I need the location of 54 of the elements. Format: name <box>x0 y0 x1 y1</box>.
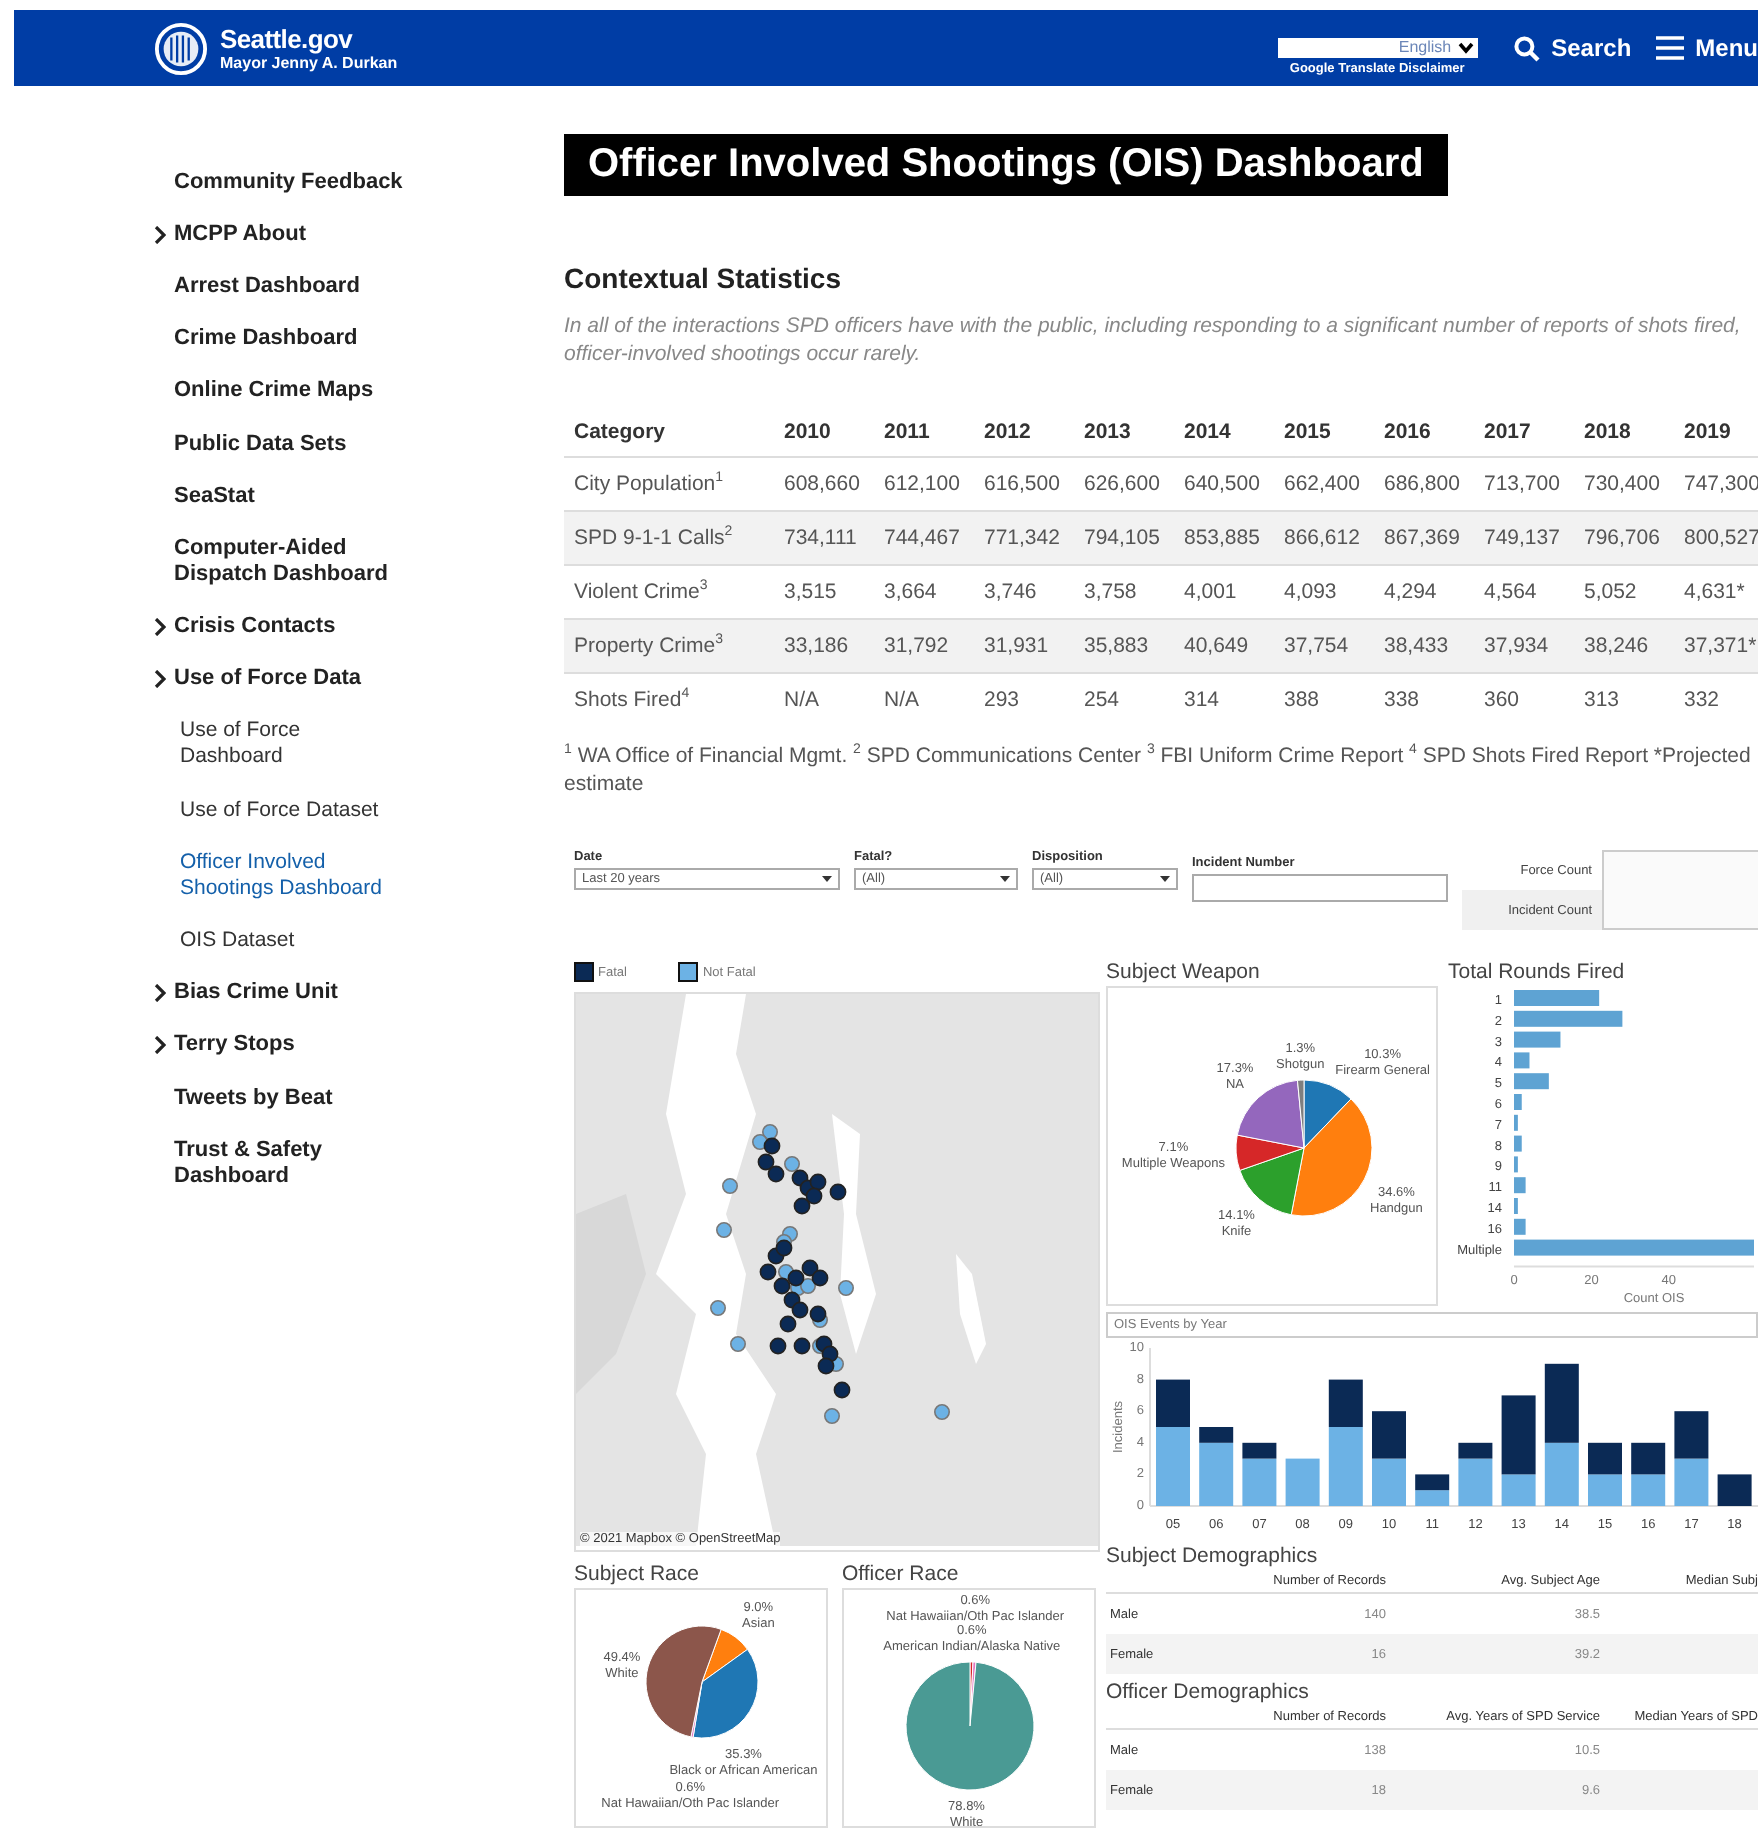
column-header: 2012 <box>974 408 1074 457</box>
column-header: 2011 <box>874 408 974 457</box>
table-cell: 35,883 <box>1074 619 1174 673</box>
table-cell: 867,369 <box>1374 511 1474 565</box>
column-header: 2019 <box>1674 408 1758 457</box>
column-header: 2013 <box>1074 408 1174 457</box>
column-header: 2017 <box>1474 408 1574 457</box>
row-label: Shots Fired$^{4}$ <box>564 673 774 726</box>
table-cell: 293 <box>974 673 1074 726</box>
table-cell: 749,137 <box>1474 511 1574 565</box>
table-cell: 313 <box>1574 673 1674 726</box>
site-subtitle: Mayor Jenny A. Durkan <box>220 53 398 71</box>
panel-title: Subject Race <box>574 1562 701 1588</box>
column-header: Category <box>564 408 774 457</box>
table-cell: 794,105 <box>1074 511 1174 565</box>
table-cell: 38,246 <box>1574 619 1674 673</box>
table-cell: 38,433 <box>1374 619 1474 673</box>
table-cell: 37,754 <box>1274 619 1374 673</box>
table-cell: 388 <box>1274 673 1374 726</box>
table-cell: N/A <box>874 673 974 726</box>
table-cell: 37,371* <box>1674 619 1758 673</box>
panel-title: Officer Demographics <box>1106 1680 1311 1706</box>
table-cell: 37,934 <box>1474 619 1574 673</box>
intro-text: In all of the interactions SPD officers have with the public, including responding to a significant number of reports of shots fired, officer-involved shootings occur rarely. <box>564 312 1743 368</box>
table-cell: 853,885 <box>1174 511 1274 565</box>
row-label: Property Crime$^{3}$ <box>564 619 774 673</box>
panel-title: Subject Demographics <box>1106 1544 1320 1570</box>
panel-title: Total Rounds Fired <box>1448 960 1627 986</box>
table-cell: 332 <box>1674 673 1758 726</box>
panel-title: Subject Weapon <box>1106 960 1262 986</box>
table-cell: 314 <box>1174 673 1274 726</box>
column-header: 2010 <box>774 408 874 457</box>
table-cell: 254 <box>1074 673 1174 726</box>
column-header: 2015 <box>1274 408 1374 457</box>
table-cell: N/A <box>774 673 874 726</box>
column-header: 2018 <box>1574 408 1674 457</box>
table-cell: 360 <box>1474 673 1574 726</box>
column-header: 2016 <box>1374 408 1474 457</box>
table-cell: 40,649 <box>1174 619 1274 673</box>
table-cell: 771,342 <box>974 511 1074 565</box>
table-cell: 338 <box>1374 673 1474 726</box>
table-cell: 796,706 <box>1574 511 1674 565</box>
table-cell: 33,186 <box>774 619 874 673</box>
table-cell: 31,931 <box>974 619 1074 673</box>
column-header: 2014 <box>1174 408 1274 457</box>
row-label: SPD 9-1-1 Calls$^{2}$ <box>564 511 774 565</box>
footnote: $^{1}$ WA Office of Financial Mgmt. $^{2}$ SPD Communications Center $^{3}$ FBI Uniform Crime Report $^{4}$ SPD Shots Fired Report *Projected estimate <box>564 742 1753 798</box>
table-cell: 744,467 <box>874 511 974 565</box>
page-title: Officer Involved Shootings (OIS) Dashboard <box>564 134 1448 196</box>
table-cell: 734,111 <box>774 511 874 565</box>
section-heading: Contextual Statistics <box>564 262 843 296</box>
table-cell: 31,792 <box>874 619 974 673</box>
table-cell: 866,612 <box>1274 511 1374 565</box>
panel-title: Officer Race <box>842 1562 961 1588</box>
